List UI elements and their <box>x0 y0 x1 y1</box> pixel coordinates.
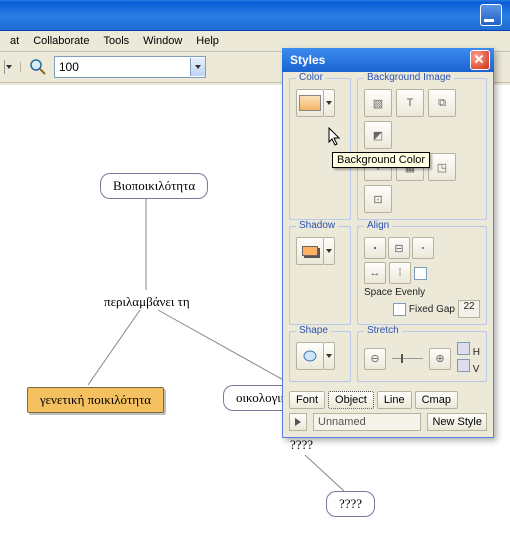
color-picker[interactable] <box>296 89 344 117</box>
group-label-stretch: Stretch <box>364 325 402 336</box>
tab-cmap[interactable]: Cmap <box>415 391 458 409</box>
stretch-slider[interactable] <box>392 358 423 359</box>
window-titlebar-fragment <box>0 0 510 31</box>
minimize-button[interactable] <box>480 4 502 26</box>
menu-item[interactable]: at <box>4 33 25 49</box>
gap-value[interactable]: 22 <box>458 300 480 318</box>
align-top-icon[interactable]: ↔ <box>364 262 386 284</box>
menu-item[interactable]: Tools <box>97 33 135 49</box>
shape-icon <box>302 349 318 363</box>
zoom-combo[interactable] <box>54 56 206 78</box>
bgimage-btn[interactable]: ⧉ <box>428 89 456 117</box>
link-label[interactable]: ???? <box>290 437 313 453</box>
bgimage-btn[interactable]: ▧ <box>364 89 392 117</box>
concept-node[interactable]: Βιοποικιλότητα <box>100 173 208 199</box>
concept-node[interactable]: ???? <box>326 491 375 517</box>
menu-item[interactable]: Help <box>190 33 225 49</box>
zoom-dropdown-button[interactable] <box>190 58 205 76</box>
mouse-cursor-icon <box>328 127 342 147</box>
group-label-shape: Shape <box>296 325 331 336</box>
bgimage-btn[interactable]: ◩ <box>364 121 392 149</box>
concept-node-selected[interactable]: γενετική ποικιλότητα <box>27 387 164 413</box>
shape-picker[interactable] <box>296 342 344 370</box>
toolbar-dd-arrow[interactable] <box>4 60 13 74</box>
tab-font[interactable]: Font <box>289 391 325 409</box>
group-label-align: Align <box>364 220 392 231</box>
tooltip: Background Color <box>332 152 430 168</box>
shadow-icon <box>302 246 318 256</box>
space-evenly-checkbox[interactable] <box>414 267 427 280</box>
new-style-button[interactable]: New Style <box>427 413 487 431</box>
stretch-plus-icon[interactable]: ⊕ <box>429 348 451 370</box>
stretch-v-label: V <box>473 364 480 375</box>
link-label[interactable]: περιλαμβάνει τη <box>104 294 190 310</box>
group-label-shadow: Shadow <box>296 220 338 231</box>
stretch-v-checkbox[interactable] <box>457 359 470 372</box>
tab-object[interactable]: Object <box>328 391 374 409</box>
apply-preset-icon[interactable] <box>289 413 307 431</box>
bgimage-btn[interactable]: T <box>396 89 424 117</box>
bgimage-btn[interactable]: ⊡ <box>364 185 392 213</box>
fixed-gap-label: Fixed Gap <box>409 304 455 315</box>
align-right-icon[interactable]: ⬞ <box>412 237 434 259</box>
stretch-h-label: H <box>473 347 480 358</box>
menu-item[interactable]: Collaborate <box>27 33 95 49</box>
align-left-icon[interactable]: ⬝ <box>364 237 386 259</box>
menu-item[interactable]: Window <box>137 33 188 49</box>
fixed-gap-checkbox[interactable] <box>393 303 406 316</box>
align-center-icon[interactable]: ⊟ <box>388 237 410 259</box>
space-evenly-label: Space Evenly <box>364 287 425 298</box>
zoom-input[interactable] <box>55 60 190 74</box>
styles-title-text: Styles <box>290 53 325 67</box>
align-mid-icon[interactable]: ⁞ <box>389 262 411 284</box>
styles-panel: Styles Color Background Image ▧ T ⧉ ◩ <box>282 48 494 438</box>
group-label-bgimage: Background Image <box>364 72 454 83</box>
zoom-icon[interactable] <box>28 57 48 77</box>
bgimage-btn[interactable]: ◳ <box>428 153 456 181</box>
shadow-picker[interactable] <box>296 237 344 265</box>
close-icon[interactable] <box>470 50 490 70</box>
preset-name[interactable]: Unnamed <box>313 413 421 431</box>
group-label-color: Color <box>296 72 326 83</box>
color-swatch-icon <box>299 95 321 111</box>
styles-titlebar[interactable]: Styles <box>282 48 494 72</box>
tab-line[interactable]: Line <box>377 391 412 409</box>
stretch-h-checkbox[interactable] <box>457 342 470 355</box>
stretch-minus-icon[interactable]: ⊖ <box>364 348 386 370</box>
